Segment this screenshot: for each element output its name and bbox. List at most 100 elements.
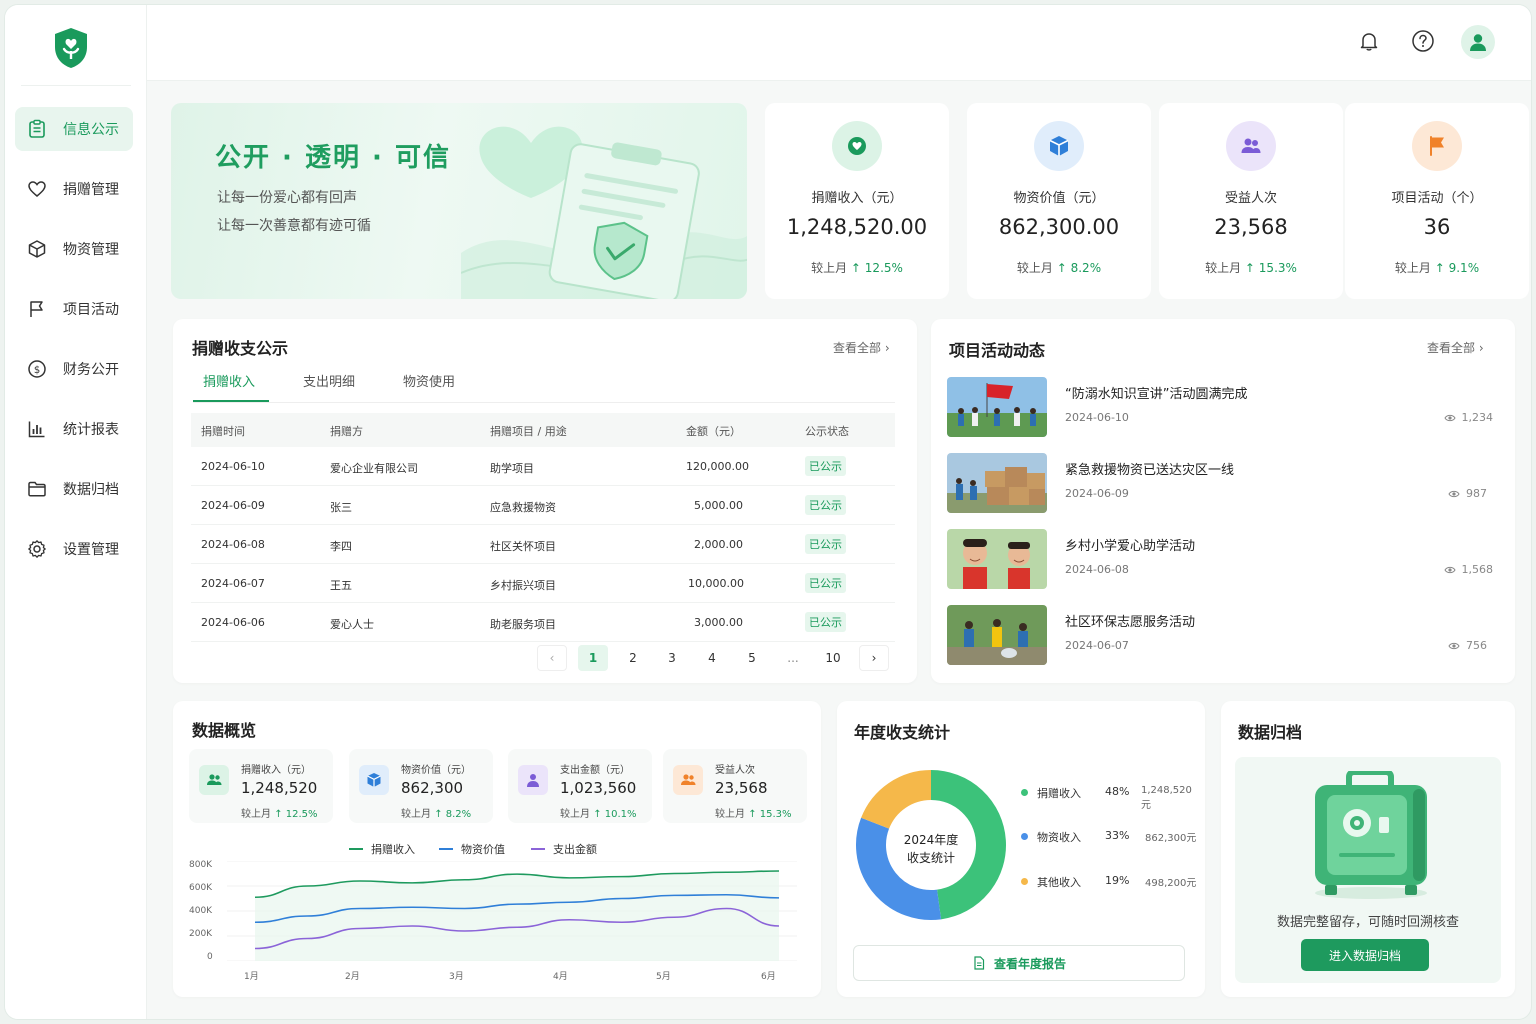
- archive-description: 数据完整留存，可随时回溯核查: [1276, 915, 1459, 930]
- enter-archive-button[interactable]: 进入数据归档: [1301, 939, 1429, 971]
- pie-legend-item: 捐赠收入 48% 1,248,520元: [1021, 785, 1201, 811]
- page-button[interactable]: 5: [737, 645, 767, 671]
- table-cell: 2024-06-06: [201, 616, 265, 629]
- page-button[interactable]: 2: [618, 645, 648, 671]
- eye-icon: [1443, 566, 1456, 573]
- notification-button[interactable]: [1355, 27, 1383, 55]
- activity-views: 1,568: [1443, 563, 1494, 576]
- view-all-label: 查看全部: [833, 341, 882, 355]
- page-button[interactable]: 3: [657, 645, 687, 671]
- sidebar-item-projects[interactable]: 项目活动: [15, 287, 133, 331]
- table-cell: 爱心企业有限公司: [330, 462, 418, 475]
- clipboard-shield-illustration-icon: [461, 126, 747, 299]
- users-icon: [681, 774, 696, 785]
- sidebar-item-supplies[interactable]: 物资管理: [15, 227, 133, 271]
- x-tick: 1月: [244, 972, 259, 982]
- flag-icon: [30, 301, 43, 317]
- change-value: 15.3%: [759, 809, 792, 820]
- tab-supply-usage[interactable]: 物资使用: [403, 371, 455, 390]
- view-count: 1,568: [1461, 563, 1494, 576]
- view-count: 1,234: [1461, 411, 1494, 424]
- table-cell: 爱心人士: [330, 618, 374, 631]
- stat-icon: [832, 121, 882, 171]
- page-next-button[interactable]: ›: [859, 645, 889, 671]
- donation-view-all-link[interactable]: 查看全部 ›: [833, 339, 890, 356]
- activity-item[interactable]: 社区环保志愿服务活动 2024-06-07 756: [947, 605, 1507, 669]
- legend-swatch: [531, 848, 545, 850]
- help-button[interactable]: [1409, 27, 1437, 55]
- overview-title: 数据概览: [192, 721, 257, 740]
- sidebar-item-reports[interactable]: 统计报表: [15, 407, 133, 451]
- table-row[interactable]: [191, 447, 895, 486]
- activity-date: 2024-06-08: [1065, 563, 1129, 576]
- activity-photo-volunteers: [947, 605, 1047, 665]
- tab-expense-detail[interactable]: 支出明细: [303, 371, 355, 390]
- page-prev-button[interactable]: ‹: [537, 645, 567, 671]
- sidebar: 信息公示 捐赠管理 物资管理 项目活动 $ 财务公开 统计报表 数据归档 设置管: [5, 5, 147, 1019]
- compare-label: 较上月: [401, 809, 431, 820]
- line-chart: [227, 861, 797, 961]
- view-all-label: 查看全部: [1427, 341, 1476, 355]
- table-cell: 2024-06-09: [201, 499, 265, 512]
- activity-views: 1,234: [1443, 411, 1494, 424]
- table-cell: 李四: [330, 540, 352, 553]
- sidebar-item-donation[interactable]: 捐赠管理: [15, 167, 133, 211]
- overview-value: 1,023,560: [560, 779, 637, 797]
- activity-view-all-link[interactable]: 查看全部 ›: [1427, 339, 1484, 356]
- table-cell: 张三: [330, 501, 352, 514]
- legend-swatch: [349, 848, 363, 850]
- page-button[interactable]: 1: [578, 645, 608, 671]
- activity-item[interactable]: “防溺水知识宣讲”活动圆满完成 2024-06-10 1,234: [947, 377, 1507, 441]
- eye-icon: [1448, 642, 1460, 649]
- donation-icon: [848, 137, 866, 155]
- page-button[interactable]: 10: [818, 645, 848, 671]
- table-cell: 5,000.00: [694, 499, 743, 512]
- stat-card-projects: 项目活动（个） 36 较上月 ↑ 9.1%: [1345, 103, 1529, 299]
- y-tick: 800K: [189, 860, 213, 870]
- pie-legend-item: 物资收入 33% 862,300元: [1021, 829, 1201, 845]
- tab-divider: [193, 402, 895, 403]
- stat-icon: [1034, 121, 1084, 171]
- user-avatar-button[interactable]: [1461, 25, 1495, 59]
- arrow-up-icon: ↑: [593, 809, 602, 820]
- tab-donation-income[interactable]: 捐赠收入: [203, 371, 255, 390]
- view-annual-report-button[interactable]: 查看年度报告: [853, 945, 1185, 981]
- status-badge: 已公示: [805, 456, 846, 476]
- activity-title-text: “防溺水知识宣讲”活动圆满完成: [1065, 387, 1248, 402]
- compare-label: 较上月: [1394, 261, 1431, 275]
- page-button[interactable]: 4: [697, 645, 727, 671]
- overview-value: 862,300: [401, 779, 464, 797]
- sidebar-item-info[interactable]: 信息公示: [15, 107, 133, 151]
- stat-label: 物资价值（元）: [1013, 191, 1105, 206]
- activity-item[interactable]: 紧急救援物资已送达灾区一线 2024-06-09 987: [947, 453, 1507, 517]
- stat-value: 862,300.00: [998, 215, 1120, 239]
- chevron-right-icon: ›: [1478, 341, 1484, 355]
- activity-item[interactable]: 乡村小学爱心助学活动 2024-06-08 1,568: [947, 529, 1507, 593]
- y-tick: 400K: [189, 906, 213, 916]
- sidebar-item-settings[interactable]: 设置管理: [15, 527, 133, 571]
- table-cell: 社区关怀项目: [490, 540, 556, 553]
- stat-compare: 较上月 ↑ 12.5%: [765, 259, 949, 276]
- sidebar-item-finance[interactable]: $ 财务公开: [15, 347, 133, 391]
- sidebar-item-archive[interactable]: 数据归档: [15, 467, 133, 511]
- pie-legend-item: 其他收入 19% 498,200元: [1021, 874, 1201, 890]
- arrow-up-icon: ↑: [850, 261, 861, 275]
- legend-label: 捐赠收入: [1037, 787, 1081, 800]
- users-icon: [1241, 138, 1261, 153]
- x-tick: 3月: [449, 972, 464, 982]
- legend-percent: 33%: [1105, 829, 1130, 842]
- legend-label: 支出金额: [553, 843, 597, 856]
- sidebar-item-label: 设置管理: [63, 542, 119, 558]
- y-tick: 0: [207, 952, 213, 962]
- package-icon: [1049, 136, 1069, 156]
- annual-title: 年度收支统计: [854, 723, 951, 742]
- svg-text:$: $: [34, 365, 40, 376]
- table-cell: 应急救援物资: [490, 501, 556, 514]
- overview-compare: 较上月 ↑ 10.1%: [560, 805, 637, 820]
- change-value: 8.2%: [1070, 261, 1102, 275]
- compare-label: 较上月: [241, 809, 271, 820]
- stat-compare: 较上月 ↑ 9.1%: [1345, 259, 1529, 276]
- archive-title: 数据归档: [1238, 723, 1303, 742]
- top-bar: [147, 5, 1531, 81]
- chevron-right-icon: ›: [884, 341, 890, 355]
